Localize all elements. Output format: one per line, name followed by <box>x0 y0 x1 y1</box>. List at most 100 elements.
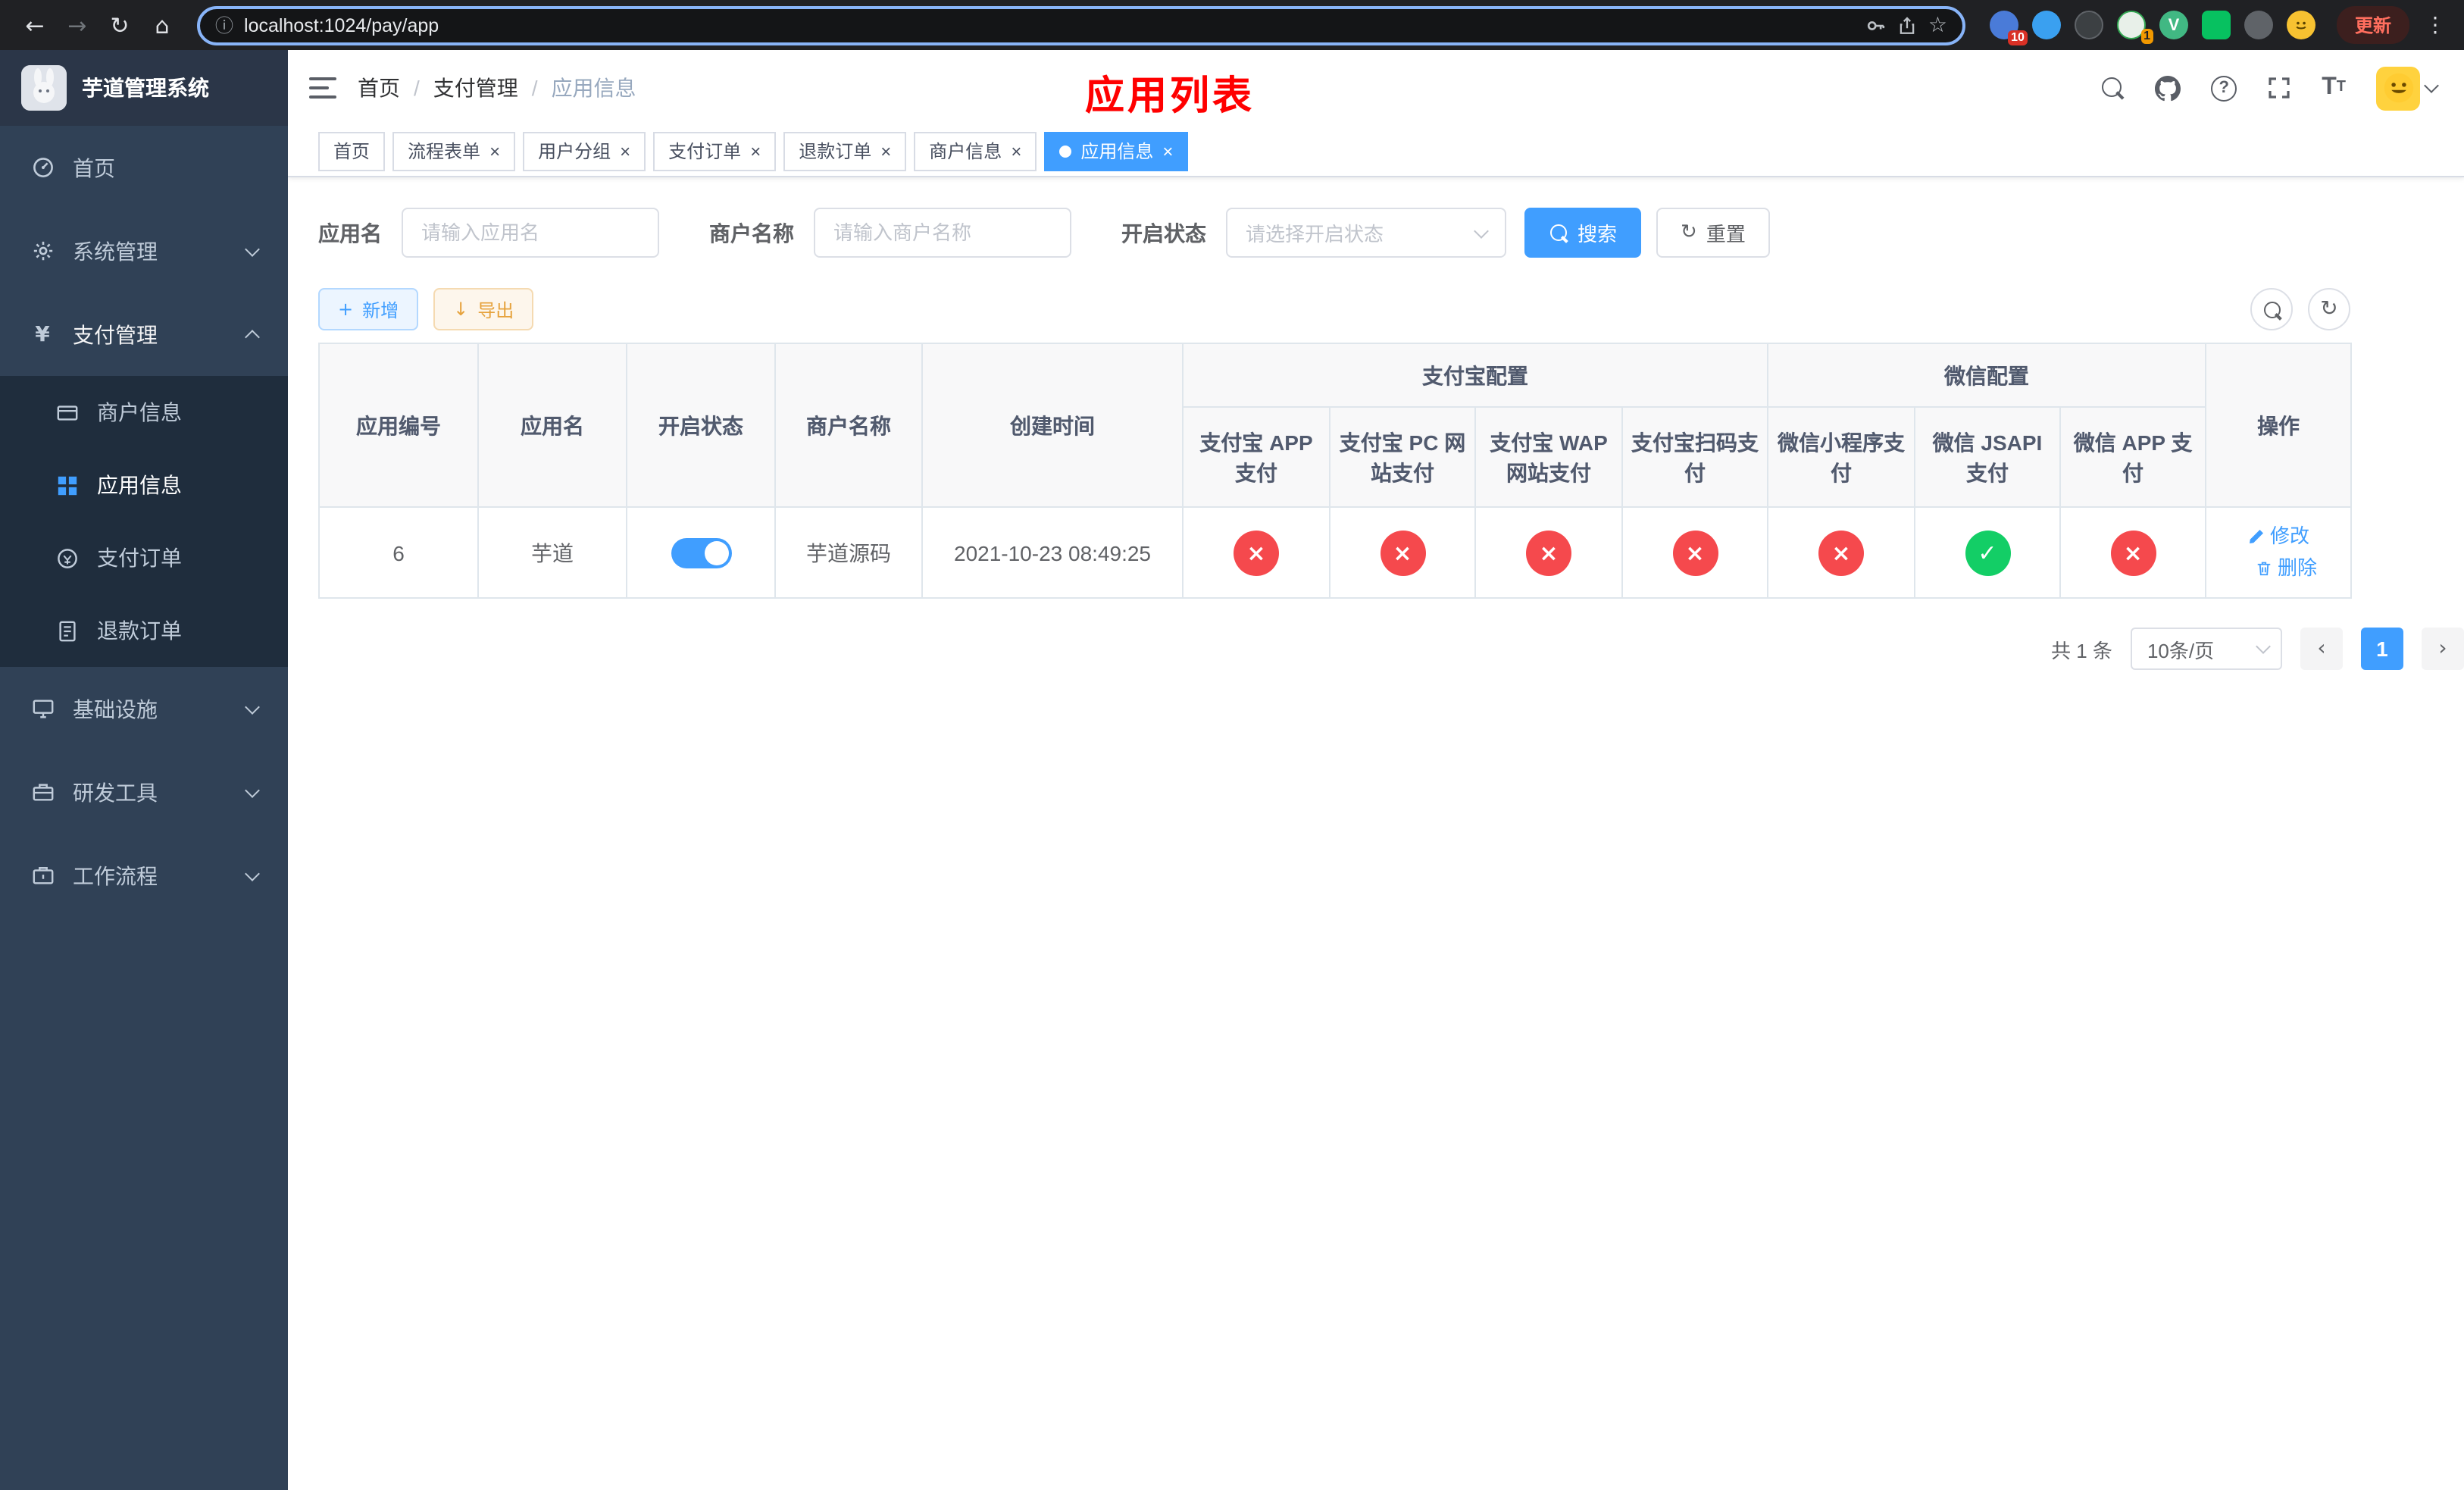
add-button[interactable]: + 新增 <box>318 288 419 330</box>
sidebar-item-label: 工作流程 <box>73 863 158 887</box>
sidebar-item-system[interactable]: 系统管理 <box>0 209 288 293</box>
tab-merchant-info[interactable]: 商户信息 × <box>914 131 1037 171</box>
sidebar-item-infrastructure[interactable]: 基础设施 <box>0 667 288 750</box>
col-status: 开启状态 <box>626 343 776 508</box>
close-icon[interactable]: × <box>620 142 630 160</box>
sidebar-collapse-icon[interactable] <box>309 77 336 99</box>
share-icon[interactable] <box>1898 14 1918 36</box>
document-icon <box>55 619 79 642</box>
extension-icon[interactable] <box>2244 11 2273 39</box>
extension-icon[interactable]: 10 <box>1989 11 2028 45</box>
created-cell: 2021-10-23 08:49:25 <box>921 506 1184 599</box>
sidebar-item-home[interactable]: 首页 <box>0 126 288 209</box>
password-key-icon[interactable] <box>1866 14 1887 36</box>
col-group-alipay: 支付宝配置 <box>1182 343 1768 408</box>
profile-avatar[interactable] <box>2286 11 2315 39</box>
page-1-button[interactable]: 1 <box>2360 628 2403 670</box>
export-button[interactable]: ↓ 导出 <box>433 288 534 330</box>
cross-circle-icon: × <box>1380 530 1425 575</box>
tab-app-info[interactable]: 应用信息 × <box>1044 131 1189 171</box>
sidebar-item-pay-order[interactable]: 支付订单 <box>0 521 288 594</box>
header-actions: ? TT <box>2100 66 2464 110</box>
prev-page-button[interactable]: ‹ <box>2300 628 2343 670</box>
col-wx-app: 微信 APP 支付 <box>2059 406 2207 508</box>
home-icon[interactable]: ⌂ <box>142 5 182 45</box>
extension-icon[interactable]: 1 <box>2116 11 2153 44</box>
screen: ← → ↻ ⌂ ⓘ localhost:1024/pay/app ☆ 10 1 … <box>0 0 2464 1490</box>
sidebar-item-devtools[interactable]: 研发工具 <box>0 750 288 834</box>
cross-circle-icon: × <box>1234 530 1279 575</box>
tab-user-group[interactable]: 用户分组 × <box>523 131 646 171</box>
sidebar: 芋道管理系统 首页 系统管理 ¥ 支付管理 商户信息 应用信息 支付订单 退款订… <box>0 50 288 1490</box>
sidebar-item-merchant-info[interactable]: 商户信息 <box>0 376 288 449</box>
avatar-image <box>2376 66 2420 110</box>
page-title: 应用列表 <box>1084 73 1255 118</box>
close-icon[interactable]: × <box>750 142 761 160</box>
alipay-pc-status-cell: × <box>1329 506 1476 599</box>
app-header: 首页 / 支付管理 / 应用信息 应用列表 ? TT <box>288 50 2464 126</box>
tab-process-form[interactable]: 流程表单 × <box>392 131 516 171</box>
tab-pay-order[interactable]: 支付订单 × <box>653 131 777 171</box>
app-title: 芋道管理系统 <box>82 76 209 100</box>
extension-icon[interactable] <box>2074 11 2103 39</box>
merchant-name-input[interactable] <box>814 208 1071 258</box>
back-icon[interactable]: ← <box>15 5 55 45</box>
chevron-down-icon <box>2256 639 2271 654</box>
app-name-label: 应用名 <box>318 221 382 245</box>
edit-button[interactable]: 修改 <box>2247 521 2309 551</box>
url-text[interactable]: localhost:1024/pay/app <box>244 14 1856 36</box>
extension-icon[interactable] <box>2031 11 2061 39</box>
fullscreen-icon[interactable] <box>2267 76 2291 100</box>
browser-menu-icon[interactable]: ⋮ <box>2422 13 2449 37</box>
address-bar[interactable]: ⓘ localhost:1024/pay/app ☆ <box>197 5 1965 45</box>
breadcrumb-current: 应用信息 <box>551 76 636 100</box>
tab-label: 流程表单 <box>408 141 481 162</box>
sidebar-item-payment[interactable]: ¥ 支付管理 <box>0 293 288 376</box>
table-toolbar: + 新增 ↓ 导出 <box>318 288 534 330</box>
tab-home[interactable]: 首页 <box>318 131 386 171</box>
sidebar-item-refund-order[interactable]: 退款订单 <box>0 594 288 667</box>
vue-devtools-icon[interactable]: V <box>2159 11 2188 39</box>
dashboard-icon <box>30 156 55 179</box>
tab-label: 支付订单 <box>668 141 742 162</box>
github-icon[interactable] <box>2155 75 2181 101</box>
breadcrumb-home[interactable]: 首页 <box>358 73 400 103</box>
site-info-icon[interactable]: ⓘ <box>215 12 233 38</box>
search-button[interactable]: 搜索 <box>1524 208 1642 258</box>
search-icon <box>1549 223 1568 243</box>
page-size-select[interactable]: 10条/页 <box>2130 628 2282 670</box>
help-icon[interactable]: ? <box>2211 75 2237 101</box>
refresh-button[interactable]: ↻ <box>2308 288 2350 330</box>
reload-icon[interactable]: ↻ <box>100 5 139 45</box>
status-select[interactable]: 请选择开启状态 <box>1226 208 1506 258</box>
breadcrumb-payment[interactable]: 支付管理 <box>433 73 518 103</box>
app-logo <box>21 65 67 111</box>
payment-submenu: 商户信息 应用信息 支付订单 退款订单 <box>0 376 288 667</box>
delete-button[interactable]: 删除 <box>2255 552 2317 583</box>
header-search-icon[interactable] <box>2100 76 2125 100</box>
chevron-down-icon <box>245 866 260 881</box>
toggle-search-button[interactable] <box>2250 288 2293 330</box>
briefcase-icon <box>30 864 55 887</box>
sidebar-item-workflow[interactable]: 工作流程 <box>0 834 288 917</box>
right-toolbar: ↻ <box>2250 288 2350 330</box>
browser-update-button[interactable]: 更新 <box>2336 6 2409 44</box>
forward-icon[interactable]: → <box>58 5 97 45</box>
close-icon[interactable]: × <box>1011 142 1021 160</box>
sidebar-item-label: 系统管理 <box>73 239 158 263</box>
app-name-input[interactable] <box>402 208 659 258</box>
next-page-button[interactable]: › <box>2421 628 2464 670</box>
reset-button[interactable]: ↻ 重置 <box>1656 208 1770 258</box>
close-icon[interactable]: × <box>1162 142 1173 160</box>
sidebar-item-app-info[interactable]: 应用信息 <box>0 449 288 521</box>
user-avatar[interactable] <box>2376 66 2439 110</box>
font-size-icon[interactable]: TT <box>2322 75 2346 100</box>
tab-refund-order[interactable]: 退款订单 × <box>783 131 907 171</box>
wechat-extension-icon[interactable] <box>2201 11 2231 39</box>
bookmark-star-icon[interactable]: ☆ <box>1928 13 1947 37</box>
col-app-name: 应用名 <box>477 343 627 508</box>
close-icon[interactable]: × <box>880 142 891 160</box>
status-toggle[interactable] <box>671 538 731 569</box>
close-icon[interactable]: × <box>489 142 500 160</box>
refresh-icon: ↻ <box>1681 221 1697 244</box>
